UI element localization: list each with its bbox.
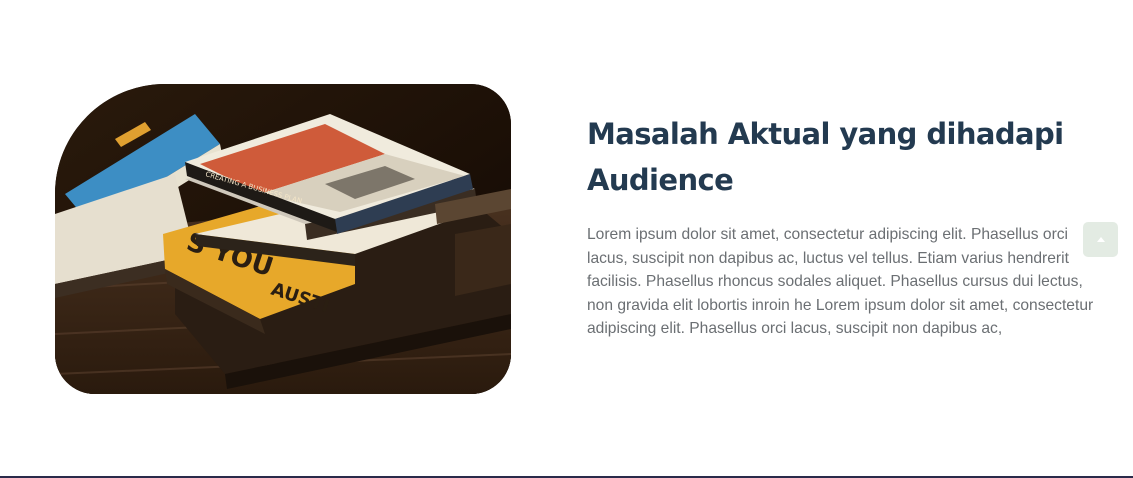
books-image: S YOU AUSTI CREATING A BUSINESS PLAN	[55, 84, 511, 394]
chevron-up-icon	[1096, 236, 1106, 243]
section-body-text: Lorem ipsum dolor sit amet, consectetur …	[587, 226, 1094, 338]
content-section: S YOU AUSTI CREATING A BUSINESS PLAN Mas…	[0, 0, 1133, 476]
section-heading: Masalah Aktual yang dihadapi Audience	[587, 117, 1064, 197]
scroll-to-top-button[interactable]	[1083, 222, 1118, 257]
